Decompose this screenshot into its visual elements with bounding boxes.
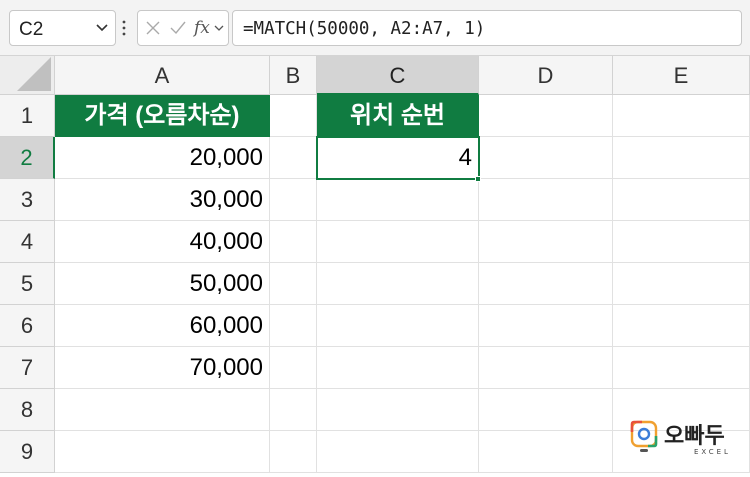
row-header-5[interactable]: 5 (0, 263, 55, 305)
row-header-3[interactable]: 3 (0, 179, 55, 221)
cell-d9[interactable] (479, 431, 613, 473)
select-all-icon (17, 57, 51, 91)
cell-e6[interactable] (613, 305, 750, 347)
fill-handle[interactable] (475, 176, 481, 182)
cell-b4[interactable] (270, 221, 317, 263)
row-header-4[interactable]: 4 (0, 221, 55, 263)
cell-d7[interactable] (479, 347, 613, 389)
cell-d6[interactable] (479, 305, 613, 347)
cell-a8[interactable] (55, 389, 270, 431)
insert-function-icon[interactable]: fx (194, 18, 210, 38)
cell-b2[interactable] (270, 137, 317, 179)
cell-e5[interactable] (613, 263, 750, 305)
cell-d1[interactable] (479, 95, 613, 137)
column-header-a[interactable]: A (55, 56, 270, 95)
cell-a4[interactable]: 40,000 (55, 221, 270, 263)
cell-a9[interactable] (55, 431, 270, 473)
cell-c4[interactable] (317, 221, 479, 263)
cell-c3[interactable] (317, 179, 479, 221)
cell-e7[interactable] (613, 347, 750, 389)
formula-bar-area: C2 fx =MATCH(50000, A2:A7, 1) (0, 0, 750, 56)
name-box-value: C2 (19, 19, 44, 40)
cell-e2[interactable] (613, 137, 750, 179)
cell-b8[interactable] (270, 389, 317, 431)
cell-b3[interactable] (270, 179, 317, 221)
row-header-6[interactable]: 6 (0, 305, 55, 347)
cell-b6[interactable] (270, 305, 317, 347)
cell-a3[interactable]: 30,000 (55, 179, 270, 221)
row-header-7[interactable]: 7 (0, 347, 55, 389)
cell-d4[interactable] (479, 221, 613, 263)
cell-b9[interactable] (270, 431, 317, 473)
cell-e3[interactable] (613, 179, 750, 221)
spreadsheet-grid: A B C D E 1 2 3 4 5 6 7 8 9 가격 (오름차순) 위치… (0, 56, 750, 477)
cell-d5[interactable] (479, 263, 613, 305)
cell-c9[interactable] (317, 431, 479, 473)
row-header-9[interactable]: 9 (0, 431, 55, 473)
cell-c6[interactable] (317, 305, 479, 347)
row-header-1[interactable]: 1 (0, 95, 55, 137)
cell-c5[interactable] (317, 263, 479, 305)
row-header-2[interactable]: 2 (0, 137, 55, 179)
cell-d3[interactable] (479, 179, 613, 221)
cell-a1[interactable]: 가격 (오름차순) (55, 95, 270, 137)
logo-subtitle: EXCEL (694, 448, 731, 456)
cell-a7[interactable]: 70,000 (55, 347, 270, 389)
cell-c8[interactable] (317, 389, 479, 431)
cell-a5[interactable]: 50,000 (55, 263, 270, 305)
column-header-e[interactable]: E (613, 56, 750, 95)
check-icon[interactable] (170, 21, 186, 35)
cell-d8[interactable] (479, 389, 613, 431)
more-options-icon[interactable] (121, 16, 127, 40)
logo-mark-icon (630, 420, 658, 452)
select-all-button[interactable] (0, 56, 55, 95)
column-header-d[interactable]: D (479, 56, 613, 95)
cell-c7[interactable] (317, 347, 479, 389)
cell-c2[interactable]: 4 (317, 137, 479, 179)
cell-a6[interactable]: 60,000 (55, 305, 270, 347)
column-header-b[interactable]: B (270, 56, 317, 95)
cell-b7[interactable] (270, 347, 317, 389)
cell-c1[interactable]: 위치 순번 (317, 95, 479, 137)
cell-b5[interactable] (270, 263, 317, 305)
name-box[interactable]: C2 (9, 10, 116, 46)
cancel-icon[interactable] (146, 21, 160, 35)
formula-text: =MATCH(50000, A2:A7, 1) (243, 19, 486, 39)
cell-d2[interactable] (479, 137, 613, 179)
column-header-c[interactable]: C (317, 56, 479, 95)
chevron-down-icon[interactable] (214, 23, 224, 33)
cell-b1[interactable] (270, 95, 317, 137)
formula-buttons: fx (137, 10, 229, 46)
cell-e1[interactable] (613, 95, 750, 137)
cell-e4[interactable] (613, 221, 750, 263)
row-header-8[interactable]: 8 (0, 389, 55, 431)
brand-logo: 오빠두 EXCEL (630, 416, 740, 462)
formula-input[interactable]: =MATCH(50000, A2:A7, 1) (232, 10, 742, 46)
cell-a2[interactable]: 20,000 (55, 137, 270, 179)
chevron-down-icon[interactable] (95, 20, 109, 34)
logo-name: 오빠두 (664, 424, 725, 449)
